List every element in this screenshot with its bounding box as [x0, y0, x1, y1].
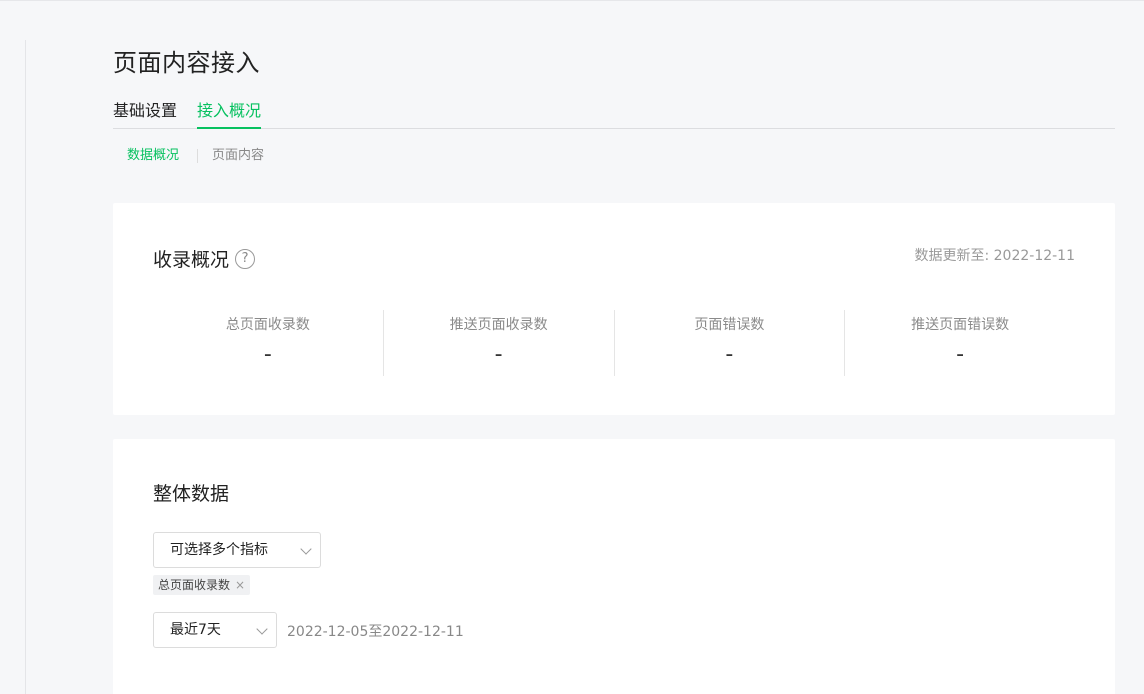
stats-row: 总页面收录数 - 推送页面收录数 - 页面错误数 - 推送页面错误数 -	[153, 310, 1075, 376]
stat-value: -	[956, 342, 965, 367]
selected-metric-tag-label: 总页面收录数	[158, 578, 231, 592]
stat-page-errors: 页面错误数 -	[613, 310, 845, 376]
overall-data-card: 整体数据 可选择多个指标 总页面收录数 × 最近7天 2022-12-05至20…	[113, 439, 1115, 694]
period-select[interactable]: 最近7天	[153, 612, 277, 648]
indexing-overview-title: 收录概况 ?	[153, 245, 256, 272]
subtab-data-overview[interactable]: 数据概况	[127, 147, 179, 165]
tab-basic-settings[interactable]: 基础设置	[113, 101, 177, 129]
selected-metric-tag: 总页面收录数 ×	[153, 575, 251, 595]
stat-pushed-errors: 推送页面错误数 -	[844, 310, 1075, 376]
stat-pushed-indexed: 推送页面收录数 -	[382, 310, 614, 376]
stat-value: -	[494, 342, 503, 367]
stat-label: 推送页面收录数	[449, 317, 548, 333]
close-icon[interactable]: ×	[235, 575, 245, 595]
stat-total-indexed: 总页面收录数 -	[153, 310, 383, 376]
indexing-overview-title-text: 收录概况	[153, 249, 230, 271]
date-range: 2022-12-05至2022-12-11	[287, 624, 464, 640]
main-tabs: 基础设置 接入概况	[113, 101, 1115, 129]
stat-label: 页面错误数	[694, 317, 765, 333]
stat-value: -	[263, 342, 272, 367]
question-circle-icon[interactable]: ?	[235, 248, 256, 269]
indexing-overview-card: 收录概况 ? 数据更新至: 2022-12-11 总页面收录数 - 推送页面收录…	[113, 203, 1115, 415]
period-select-value: 最近7天	[170, 622, 221, 638]
chevron-down-icon	[256, 623, 268, 635]
chevron-down-icon	[300, 543, 312, 555]
sidebar-border	[25, 40, 26, 694]
tab-access-overview[interactable]: 接入概况	[197, 101, 262, 129]
subtab-divider	[197, 149, 198, 163]
stat-label: 总页面收录数	[225, 317, 310, 333]
metric-select[interactable]: 可选择多个指标	[153, 532, 321, 568]
page-title: 页面内容接入	[113, 49, 260, 77]
data-update-time: 数据更新至: 2022-12-11	[914, 248, 1075, 264]
stat-value: -	[725, 342, 734, 367]
metric-select-placeholder: 可选择多个指标	[170, 542, 268, 558]
top-divider	[0, 0, 1144, 1]
subtab-page-content[interactable]: 页面内容	[212, 147, 264, 165]
overall-data-title: 整体数据	[153, 483, 230, 505]
stat-label: 推送页面错误数	[911, 317, 1010, 333]
